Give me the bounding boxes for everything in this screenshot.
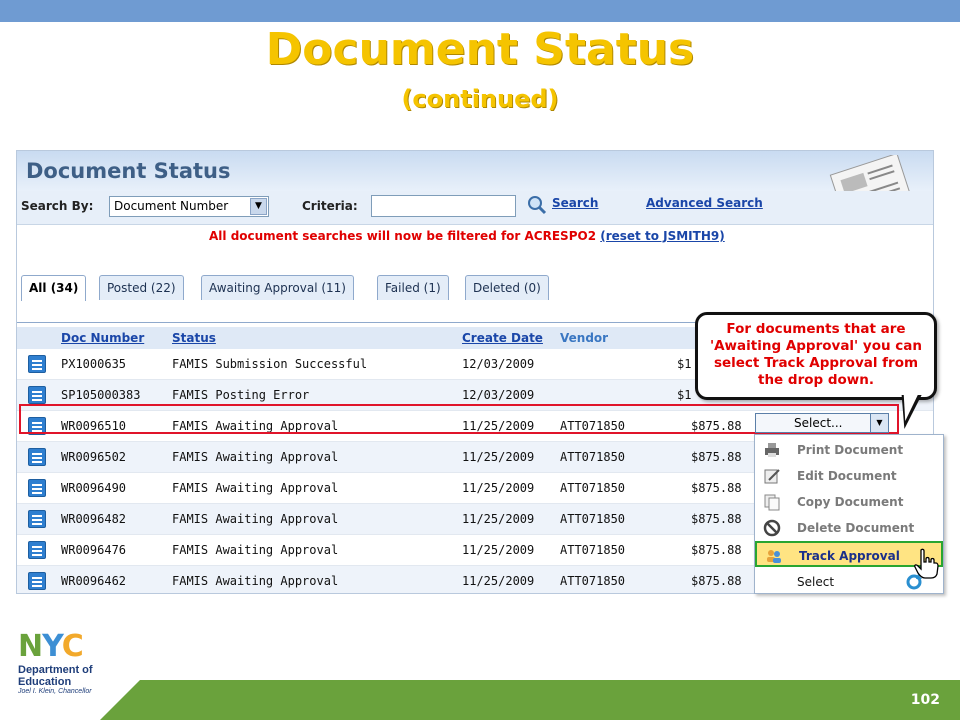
status-cell: FAMIS Awaiting Approval xyxy=(172,512,339,526)
actions-select-value: Select... xyxy=(794,416,843,430)
amount-cell: $1 xyxy=(677,357,692,371)
logo-line-1: Department of xyxy=(18,664,93,676)
tab-failed[interactable]: Failed (1) xyxy=(377,275,449,300)
amount-cell: $875.88 xyxy=(691,450,742,464)
document-icon[interactable] xyxy=(28,448,46,466)
document-icon[interactable] xyxy=(28,541,46,559)
menu-item-label: Select xyxy=(797,575,835,589)
document-icon[interactable] xyxy=(28,386,46,404)
tab-posted[interactable]: Posted (22) xyxy=(99,275,184,300)
date-cell: 11/25/2009 xyxy=(462,574,535,588)
amount-cell: $1 xyxy=(677,388,692,402)
vendor-cell: ATT071850 xyxy=(560,450,626,464)
status-cell: FAMIS Submission Successful xyxy=(172,357,368,371)
criteria-input[interactable] xyxy=(371,195,516,217)
doc-number-cell: WR0096462 xyxy=(61,574,127,588)
menu-item-label: Edit Document xyxy=(797,469,897,483)
logo-letter: N xyxy=(18,629,43,664)
column-status[interactable]: Status xyxy=(172,331,216,345)
logo-line-3: Joel I. Klein, Chancellor xyxy=(18,688,92,695)
doc-number-cell: PX1000635 xyxy=(61,357,127,371)
users-icon xyxy=(767,550,781,563)
callout-tooltip: For documents that are 'Awaiting Approva… xyxy=(695,312,937,400)
amount-cell: $875.88 xyxy=(691,481,742,495)
date-cell: 12/03/2009 xyxy=(462,357,535,371)
status-cell: FAMIS Awaiting Approval xyxy=(172,574,339,588)
reset-link[interactable]: (reset to JSMITH9) xyxy=(600,229,724,243)
date-cell: 11/25/2009 xyxy=(462,481,535,495)
actions-select[interactable]: Select... ▼ xyxy=(755,413,889,433)
chevron-down-icon[interactable]: ▼ xyxy=(250,198,267,215)
menu-item-label: Delete Document xyxy=(797,521,915,535)
hand-cursor-icon xyxy=(914,548,939,579)
copy-icon xyxy=(764,494,780,511)
amount-cell: $875.88 xyxy=(691,543,742,557)
menu-item-label: Copy Document xyxy=(797,495,904,509)
filter-message-text: All document searches will now be filter… xyxy=(209,229,597,243)
logo-letter: C xyxy=(61,629,84,664)
menu-item-delete-document[interactable]: Delete Document xyxy=(755,515,943,541)
date-cell: 12/03/2009 xyxy=(462,388,535,402)
menu-item-print-document[interactable]: Print Document xyxy=(755,437,943,463)
date-cell: 11/25/2009 xyxy=(462,543,535,557)
document-icon[interactable] xyxy=(28,355,46,373)
search-by-label: Search By: xyxy=(21,199,94,213)
filter-message: All document searches will now be filter… xyxy=(17,229,933,243)
menu-item-copy-document[interactable]: Copy Document xyxy=(755,489,943,515)
doc-number-cell: WR0096476 xyxy=(61,543,127,557)
vendor-cell: ATT071850 xyxy=(560,481,626,495)
amount-cell: $875.88 xyxy=(691,512,742,526)
doc-number-cell: WR0096502 xyxy=(61,450,127,464)
top-accent-bar xyxy=(0,0,960,22)
nyc-doe-logo: NYC Department of Education Joel I. Klei… xyxy=(14,630,114,700)
document-icon[interactable] xyxy=(28,572,46,590)
status-cell: FAMIS Awaiting Approval xyxy=(172,450,339,464)
date-cell: 11/25/2009 xyxy=(462,450,535,464)
doc-number-cell: SP105000383 xyxy=(61,388,141,402)
menu-item-label: Print Document xyxy=(797,443,904,457)
column-vendor[interactable]: Vendor xyxy=(560,331,608,345)
search-toolbar: Search By: Document Number ▼ Criteria: S… xyxy=(17,191,933,225)
column-doc-number[interactable]: Doc Number xyxy=(61,331,144,345)
page-title: Document Status xyxy=(26,159,231,183)
date-cell: 11/25/2009 xyxy=(462,512,535,526)
criteria-label: Criteria: xyxy=(302,199,358,213)
slide-subtitle: (continued) xyxy=(401,85,559,113)
tab-all[interactable]: All (34) xyxy=(21,275,87,301)
amount-cell: $875.88 xyxy=(691,574,742,588)
status-cell: FAMIS Awaiting Approval xyxy=(172,543,339,557)
search-by-value: Document Number xyxy=(114,199,229,213)
document-icon[interactable] xyxy=(28,510,46,528)
edit-icon xyxy=(764,469,780,484)
callout-text: For documents that are 'Awaiting Approva… xyxy=(709,321,923,388)
delete-icon xyxy=(763,519,781,537)
search-by-select[interactable]: Document Number ▼ xyxy=(109,196,269,217)
vendor-cell: ATT071850 xyxy=(560,543,626,557)
status-cell: FAMIS Posting Error xyxy=(172,388,310,402)
menu-item-edit-document[interactable]: Edit Document xyxy=(755,463,943,489)
chevron-down-icon[interactable]: ▼ xyxy=(870,414,888,432)
advanced-search-link[interactable]: Advanced Search xyxy=(646,196,763,210)
search-link[interactable]: Search xyxy=(552,196,598,210)
panel-header: Document Status xyxy=(17,151,933,191)
status-cell: FAMIS Awaiting Approval xyxy=(172,481,339,495)
doc-number-cell: WR0096482 xyxy=(61,512,127,526)
vendor-cell: ATT071850 xyxy=(560,574,626,588)
logo-letter: Y xyxy=(42,629,63,664)
column-create-date[interactable]: Create Date xyxy=(462,331,543,345)
doc-number-cell: WR0096490 xyxy=(61,481,127,495)
page-number: 102 xyxy=(910,692,940,708)
printer-icon xyxy=(765,443,779,457)
footer-bar xyxy=(100,680,960,720)
vendor-cell: ATT071850 xyxy=(560,512,626,526)
logo-nyc-letters: NYC xyxy=(18,629,84,664)
tab-deleted[interactable]: Deleted (0) xyxy=(465,275,549,300)
slide-title: Document Status xyxy=(265,24,695,75)
logo-line-2: Education xyxy=(18,676,72,688)
document-icon[interactable] xyxy=(28,479,46,497)
search-icon[interactable] xyxy=(527,195,547,215)
menu-item-label: Track Approval xyxy=(799,549,900,563)
tab-awaiting-approval[interactable]: Awaiting Approval (11) xyxy=(201,275,354,300)
